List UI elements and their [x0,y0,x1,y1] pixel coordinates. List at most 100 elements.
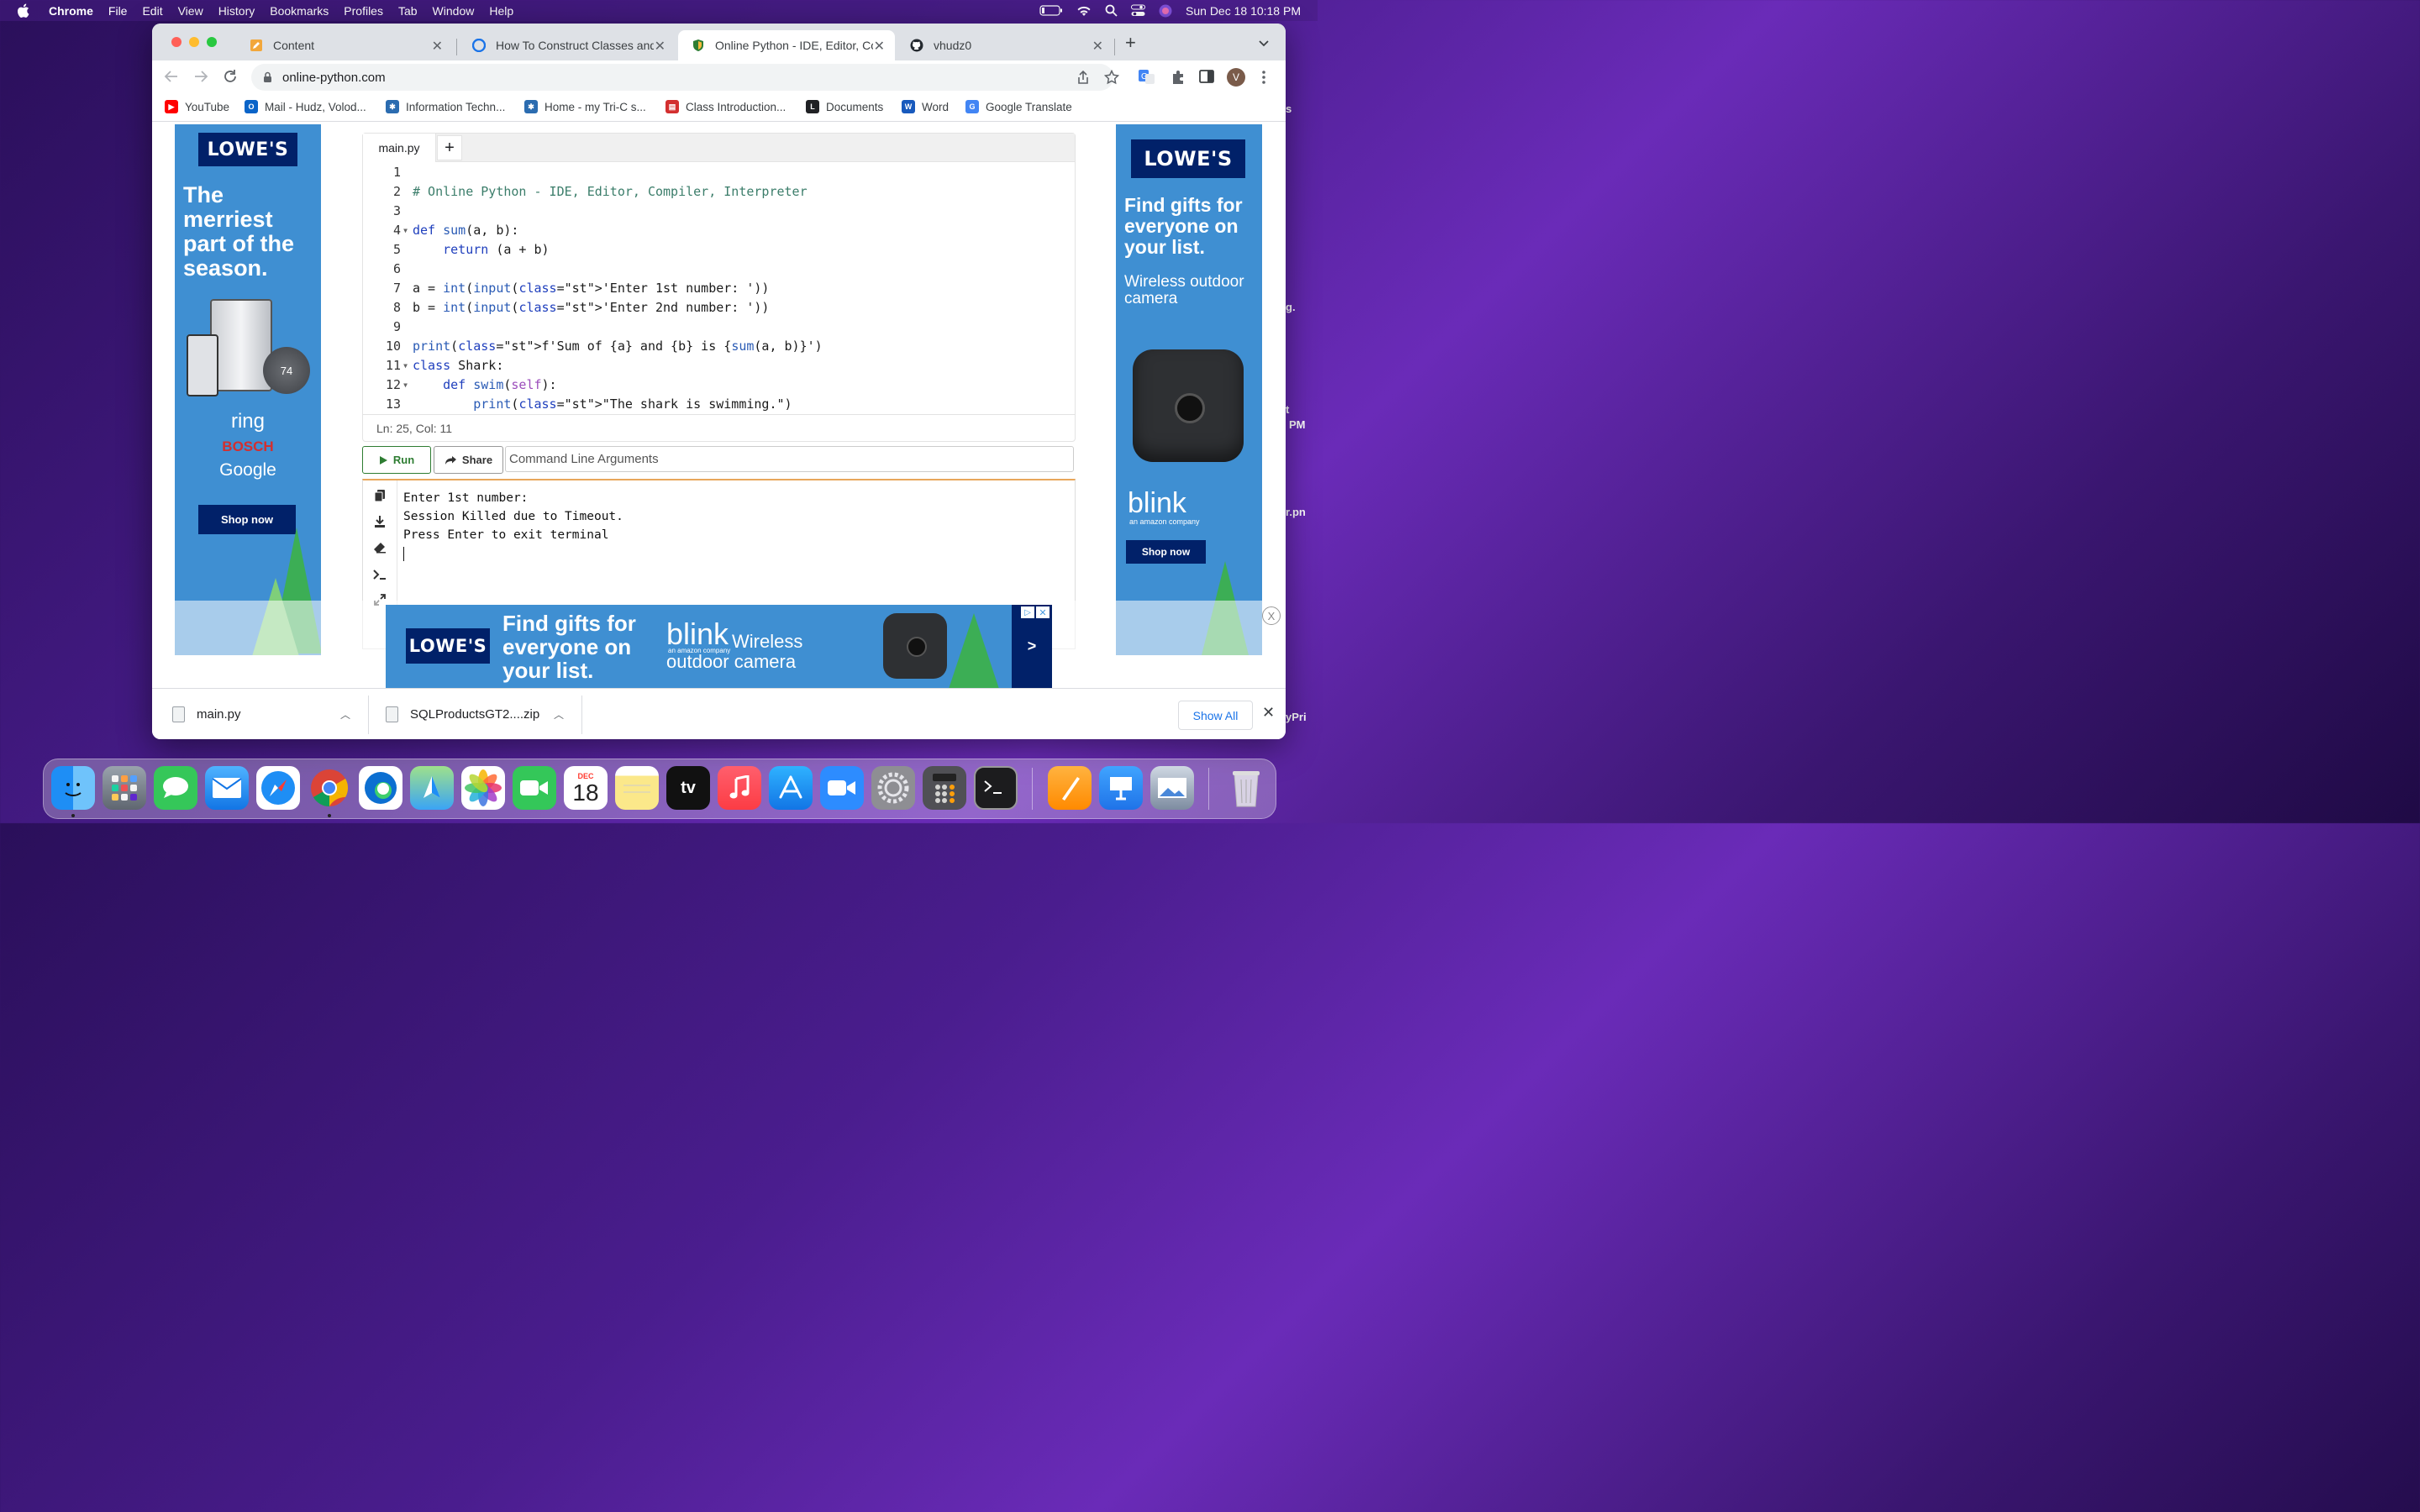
command-line-arguments-input[interactable]: Command Line Arguments [505,446,1074,472]
eraser-icon[interactable] [373,541,387,554]
tab-github[interactable]: vhudz0 ✕ [897,30,1113,60]
side-panel-icon[interactable] [1199,70,1214,87]
bookmark-class-introduction[interactable]: ▤ Class Introduction... [666,100,786,113]
finder-icon[interactable] [51,766,95,810]
fold-toggle-icon[interactable]: ▼ [403,227,408,234]
menu-file[interactable]: File [108,4,128,18]
safari-icon[interactable] [256,766,300,810]
kebab-menu-icon[interactable] [1261,70,1266,89]
shop-now-button[interactable]: Shop now [1126,540,1206,564]
close-ad-button[interactable]: X [1262,606,1281,625]
code-area[interactable]: ​# Online Python - IDE, Editor, Compiler… [411,162,1071,414]
music-icon[interactable] [718,766,761,810]
lock-icon[interactable] [263,71,272,83]
menu-profiles[interactable]: Profiles [344,4,383,18]
new-tab-button[interactable]: + [1125,34,1136,52]
minimize-window-button[interactable] [189,37,199,47]
maps-icon[interactable] [410,766,454,810]
close-tab-icon[interactable]: ✕ [655,38,666,55]
keynote-icon[interactable] [1099,766,1143,810]
tab-classes[interactable]: How To Construct Classes and ✕ [459,30,676,60]
datetime[interactable]: Sun Dec 18 10:18 PM [1186,4,1301,18]
edge-icon[interactable] [359,766,402,810]
google-translate-extension-icon[interactable]: G [1139,70,1155,89]
back-arrow-icon[interactable] [164,69,179,88]
trash-icon[interactable] [1224,766,1268,810]
bookmark-youtube[interactable]: ▶ YouTube [165,100,229,113]
zoom-window-button[interactable] [207,37,217,47]
download-item-main-py[interactable]: main.py [172,689,366,739]
bookmark-mail[interactable]: O Mail - Hudz, Volod... [245,100,366,113]
wifi-icon[interactable] [1076,5,1092,17]
forward-arrow-icon[interactable] [193,69,208,88]
tab-content[interactable]: Content ✕ [236,30,453,60]
photos-icon[interactable] [461,766,505,810]
launchpad-icon[interactable] [103,766,146,810]
address-bar[interactable]: online-python.com [251,64,1113,91]
chrome-icon[interactable] [308,766,351,810]
preview-icon[interactable] [1150,766,1194,810]
chevron-up-icon[interactable]: ︿ [554,707,564,722]
tab-online-python[interactable]: Online Python - IDE, Editor, Co ✕ [678,30,895,60]
calculator-icon[interactable] [923,766,966,810]
bookmark-home-my-tri-c[interactable]: ✱ Home - my Tri-C s... [524,100,646,113]
messages-icon[interactable] [154,766,197,810]
menu-edit[interactable]: Edit [142,4,162,18]
close-tab-icon[interactable]: ✕ [432,38,443,55]
apple-tv-icon[interactable]: tv [666,766,710,810]
copy-icon[interactable] [373,489,387,502]
menu-app-chrome[interactable]: Chrome [49,4,93,18]
bookmark-word[interactable]: W Word [902,100,949,113]
close-tab-icon[interactable]: ✕ [1092,38,1103,55]
add-file-button[interactable]: + [437,135,462,160]
control-center-icon[interactable] [1131,4,1146,17]
close-download-shelf-icon[interactable]: ✕ [1262,704,1275,722]
left-lowes-ad[interactable]: LOWE'S The merriest part of the season. … [175,124,321,655]
menu-window[interactable]: Window [433,4,475,18]
bookmark-documents[interactable]: L Documents [806,100,883,113]
siri-icon[interactable] [1159,4,1172,18]
share-button[interactable]: Share [434,446,503,474]
battery-icon[interactable] [1039,5,1063,16]
menu-view[interactable]: View [178,4,203,18]
calendar-icon[interactable]: DEC 18 [564,766,608,810]
mail-icon[interactable] [205,766,249,810]
profile-avatar[interactable]: V [1227,68,1245,87]
close-icon[interactable]: ✕ [1036,606,1050,618]
file-tab-main-py[interactable]: main.py [363,134,436,162]
download-item-zip[interactable]: SQLProductsGT2....zip [386,689,562,739]
pages-icon[interactable] [1048,766,1092,810]
fold-toggle-icon[interactable]: ▼ [403,362,408,370]
adchoices-icon[interactable]: ▷ [1021,606,1034,618]
fold-toggle-icon[interactable]: ▼ [403,381,408,389]
run-button[interactable]: Run [362,446,431,474]
apple-icon[interactable] [17,3,30,18]
bottom-lowes-ad[interactable]: LOWE'S Find gifts for everyone on your l… [386,605,1052,688]
terminal-app-icon[interactable] [974,766,1018,810]
menu-help[interactable]: Help [489,4,513,18]
menu-bookmarks[interactable]: Bookmarks [270,4,329,18]
download-icon[interactable] [373,515,387,528]
chevron-down-icon[interactable] [1258,37,1270,52]
chevron-up-icon[interactable]: ︿ [340,707,350,722]
system-preferences-icon[interactable] [871,766,915,810]
show-all-downloads-button[interactable]: Show All [1178,701,1253,730]
menu-history[interactable]: History [218,4,255,18]
bookmark-information-technology[interactable]: ✱ Information Techn... [386,100,505,113]
close-window-button[interactable] [171,37,182,47]
zoom-icon[interactable] [820,766,864,810]
share-page-icon[interactable] [1076,70,1090,89]
doorbell-image [187,334,218,396]
reload-icon[interactable] [223,69,238,88]
right-lowes-ad[interactable]: LOWE'S Find gifts for everyone on your l… [1116,124,1262,655]
extensions-puzzle-icon[interactable] [1171,70,1186,89]
close-tab-icon[interactable]: ✕ [874,38,885,55]
terminal-prompt-icon[interactable] [373,568,387,581]
facetime-icon[interactable] [513,766,556,810]
menu-tab[interactable]: Tab [398,4,418,18]
app-store-icon[interactable] [769,766,813,810]
bookmark-star-icon[interactable] [1103,69,1120,89]
bookmark-google-translate[interactable]: G Google Translate [965,100,1072,113]
spotlight-search-icon[interactable] [1105,4,1118,17]
notes-icon[interactable] [615,766,659,810]
